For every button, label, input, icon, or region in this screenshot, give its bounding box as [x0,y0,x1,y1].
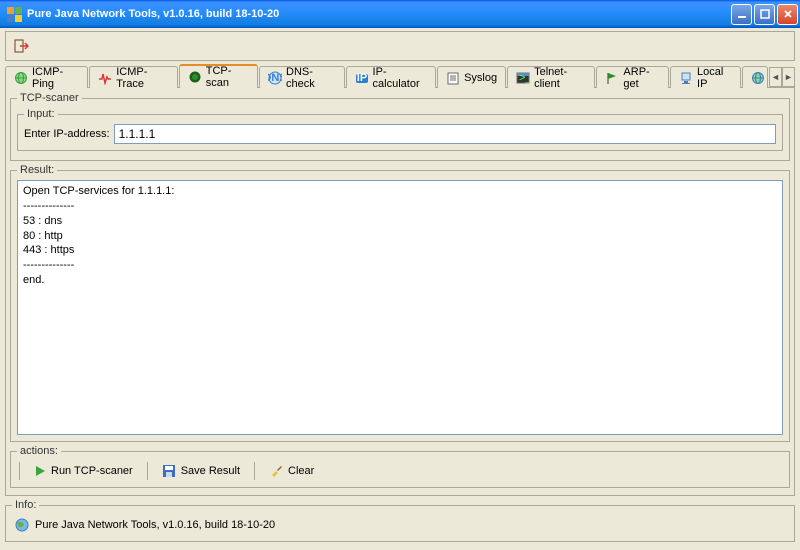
svg-text:IP: IP [356,72,366,84]
run-button[interactable]: Run TCP-scaner [26,462,141,480]
ip-input[interactable] [114,124,776,144]
globe-icon [751,71,765,85]
brush-icon [269,464,283,478]
result-textarea[interactable]: Open TCP-services for 1.1.1.1: ---------… [17,180,783,435]
ip-icon: IP [355,71,369,85]
clear-button[interactable]: Clear [261,461,322,481]
maximize-button[interactable] [754,4,775,25]
input-legend: Input: [24,108,58,120]
result-group: Result: Open TCP-services for 1.1.1.1: -… [10,164,790,442]
tab-label: TCP-scan [206,65,249,89]
svg-text:>_: >_ [519,72,530,84]
tab-ip-calculator[interactable]: IP IP-calculator [346,66,437,88]
save-button[interactable]: Save Result [154,461,248,481]
info-legend: Info: [12,499,39,511]
tab-label: ICMP-Ping [32,66,79,90]
window-title: Pure Java Network Tools, v1.0.16, build … [27,8,279,20]
dot-icon [188,70,202,84]
tab-label: Syslog [464,72,497,84]
exit-button[interactable] [8,34,34,58]
save-icon [162,464,176,478]
titlebar: Pure Java Network Tools, v1.0.16, build … [0,0,800,28]
minimize-button[interactable] [731,4,752,25]
run-label: Run TCP-scaner [51,465,133,477]
tab-label: IP-calculator [373,66,428,90]
tab-syslog[interactable]: Syslog [437,66,506,88]
tab-scroll-right[interactable]: ► [782,67,795,87]
host-icon [679,71,693,85]
tcp-scanner-group: TCP-scaner Input: Enter IP-address: [10,92,790,161]
pulse-icon [98,71,112,85]
info-text: Pure Java Network Tools, v1.0.16, build … [35,519,275,531]
tab-scroll-left[interactable]: ◄ [769,67,782,87]
svg-text:DNS: DNS [268,72,282,84]
input-group: Input: Enter IP-address: [17,108,783,151]
app-icon [6,6,22,22]
separator [254,462,255,480]
play-icon [34,465,46,477]
dns-icon: DNS [268,71,282,85]
log-icon [446,71,460,85]
tab-telnet-client[interactable]: >_ Telnet-client [507,66,595,88]
term-icon: >_ [516,71,530,85]
tab-arp-get[interactable]: ARP-get [596,66,669,88]
tab-local-ip[interactable]: Local IP [670,66,741,88]
clear-label: Clear [288,465,314,477]
tab-label: ARP-get [623,66,660,90]
separator [147,462,148,480]
save-label: Save Result [181,465,240,477]
ip-input-label: Enter IP-address: [24,128,110,140]
exit-icon [13,38,29,54]
actions-group: actions: Run TCP-scaner Save Result Clea… [10,445,790,488]
tab-dns-check[interactable]: DNS DNS-check [259,66,344,88]
tab-label: Local IP [697,66,732,90]
result-legend: Result: [17,164,57,176]
close-button[interactable] [777,4,798,25]
globe-icon [14,517,30,533]
flag-icon [605,71,619,85]
tab-content: TCP-scaner Input: Enter IP-address: Resu… [5,87,795,496]
tab-label: DNS-check [286,66,335,90]
tab-overflow[interactable] [742,66,768,88]
actions-legend: actions: [17,445,61,457]
globe-icon [14,71,28,85]
tab-label: Telnet-client [534,66,586,90]
tab-icmp-trace[interactable]: ICMP-Trace [89,66,177,88]
tab-label: ICMP-Trace [116,66,168,90]
tab-icmp-ping[interactable]: ICMP-Ping [5,66,88,88]
info-group: Info: Pure Java Network Tools, v1.0.16, … [5,499,795,542]
separator [19,462,20,480]
tab-tcp-scan[interactable]: TCP-scan [179,64,258,88]
tcp-scanner-legend: TCP-scaner [17,92,82,104]
main-toolbar [5,31,795,61]
tab-bar: ICMP-Ping ICMP-Trace TCP-scan DNS DNS-check I… [5,63,795,87]
